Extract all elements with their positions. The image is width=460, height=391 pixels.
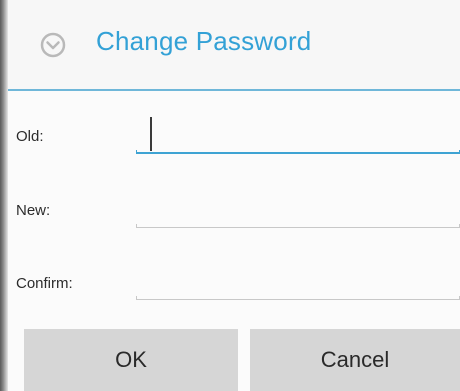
new-password-row: New:: [8, 180, 460, 240]
old-password-row: Old:: [8, 105, 460, 165]
new-password-underline: [136, 224, 460, 228]
old-password-label: Old:: [16, 128, 44, 145]
old-password-field[interactable]: [136, 117, 460, 153]
title-divider: [8, 89, 460, 91]
window-edge: [0, 0, 8, 391]
confirm-password-underline: [136, 296, 460, 300]
confirm-password-field[interactable]: [136, 264, 460, 300]
dialog-title-bar: Change Password: [8, 0, 460, 91]
ok-button[interactable]: OK: [24, 329, 238, 391]
change-password-dialog: Change Password Old: New: Confirm: OK Ca…: [8, 0, 460, 391]
old-password-underline: [136, 150, 460, 154]
new-password-label: New:: [16, 202, 51, 219]
confirm-password-label: Confirm:: [16, 275, 73, 292]
cancel-button[interactable]: Cancel: [250, 329, 460, 391]
dialog-title: Change Password: [96, 26, 312, 56]
chevron-down-circle-icon: [40, 32, 66, 58]
text-cursor: [150, 117, 152, 151]
confirm-password-row: Confirm:: [8, 252, 460, 312]
new-password-field[interactable]: [136, 192, 460, 228]
